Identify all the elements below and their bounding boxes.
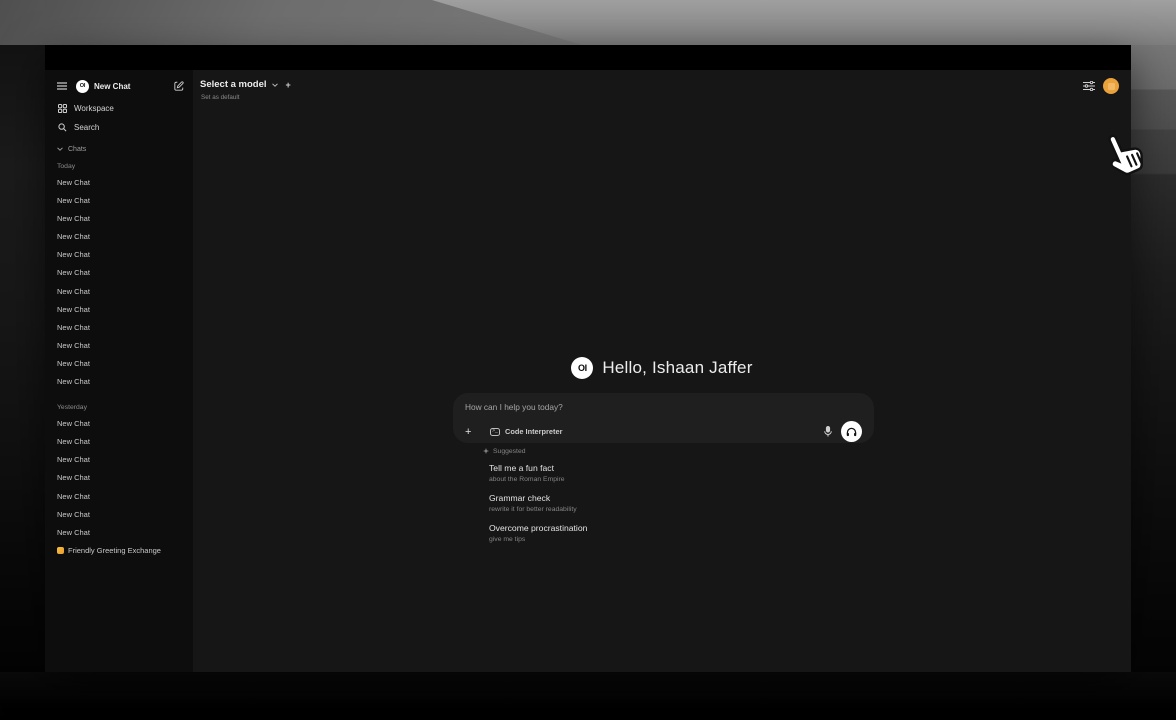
app-logo-large: OI <box>571 357 593 379</box>
sidebar-item-workspace[interactable]: Workspace <box>57 99 184 118</box>
window-titlebar <box>45 45 1131 70</box>
code-interpreter-label: Code Interpreter <box>505 427 563 436</box>
chat-list-item[interactable]: New Chat <box>57 469 184 487</box>
chat-list-item[interactable]: New Chat <box>57 174 184 192</box>
suggestion-subtitle: rewrite it for better readability <box>489 505 789 514</box>
chat-list-item[interactable]: New Chat <box>57 192 184 210</box>
chat-list-item[interactable]: New Chat <box>57 319 184 337</box>
desktop-background-bottom <box>0 672 1176 720</box>
input-toolbar: + >_ Code Interpreter <box>465 421 862 442</box>
message-input-placeholder: How can I help you today? <box>465 402 862 412</box>
chat-list-item[interactable]: New Chat <box>57 264 184 282</box>
sidebar-header: OI New Chat <box>57 79 184 93</box>
chat-list-item[interactable]: New Chat <box>57 246 184 264</box>
model-selector[interactable]: Select a model + <box>200 79 291 90</box>
suggested-header: Suggested <box>483 448 526 455</box>
desktop-background-right <box>1131 45 1176 720</box>
suggestion-title: Grammar check <box>489 492 789 505</box>
set-as-default-link[interactable]: Set as default <box>201 94 240 101</box>
suggested-label: Suggested <box>493 448 526 455</box>
add-model-button[interactable]: + <box>286 80 291 90</box>
sidebar-title: New Chat <box>94 82 174 91</box>
voice-call-button[interactable] <box>841 421 862 442</box>
suggestion-item[interactable]: Tell me a fun factabout the Roman Empire <box>489 462 789 484</box>
grid-icon <box>57 104 67 113</box>
sidebar-section-chats[interactable]: Chats <box>57 141 184 157</box>
suggestion-subtitle: about the Roman Empire <box>489 475 789 484</box>
greeting-text: Hello, Ishaan Jaffer <box>602 358 752 378</box>
chat-group-label: Today <box>57 157 184 174</box>
chat-list-item[interactable]: New Chat <box>57 506 184 524</box>
chat-list-item[interactable]: New Chat <box>57 373 184 391</box>
chat-list-item[interactable]: New Chat <box>57 524 184 542</box>
chat-list-item[interactable]: New Chat <box>57 433 184 451</box>
sidebar-item-label: Search <box>74 123 99 132</box>
chat-group-label: Yesterday <box>57 398 184 415</box>
wave-emoji-icon <box>57 547 64 554</box>
search-icon <box>57 123 67 132</box>
chat-list-item[interactable]: New Chat <box>57 283 184 301</box>
sidebar-item-label: Workspace <box>74 104 114 113</box>
header-actions <box>1083 78 1119 94</box>
chat-list-item[interactable]: New Chat <box>57 228 184 246</box>
user-avatar[interactable] <box>1103 78 1119 94</box>
chat-list-item[interactable]: New Chat <box>57 210 184 228</box>
message-input[interactable]: How can I help you today? + >_ Code Inte… <box>453 393 874 443</box>
attach-plus-button[interactable]: + <box>465 426 479 438</box>
chat-list-item[interactable]: Friendly Greeting Exchange <box>57 542 184 560</box>
code-interpreter-icon: >_ <box>490 428 500 436</box>
sidebar: OI New Chat Workspace Search Chats Today… <box>45 70 193 672</box>
chat-list-item[interactable]: New Chat <box>57 415 184 433</box>
code-interpreter-toggle[interactable]: >_ Code Interpreter <box>490 427 563 436</box>
chat-list-item[interactable]: New Chat <box>57 337 184 355</box>
sidebar-item-search[interactable]: Search <box>57 118 184 137</box>
app-logo: OI <box>76 80 89 93</box>
controls-sliders-icon[interactable] <box>1083 81 1095 91</box>
chat-list-item[interactable]: New Chat <box>57 355 184 373</box>
suggestion-item[interactable]: Overcome procrastinationgive me tips <box>489 522 789 544</box>
suggestion-subtitle: give me tips <box>489 535 789 544</box>
main-area: Select a model + Set as default OI Hello… <box>193 70 1131 672</box>
desktop-background-left <box>0 45 45 720</box>
hamburger-menu-icon[interactable] <box>57 82 67 90</box>
chat-history-list: TodayNew ChatNew ChatNew ChatNew ChatNew… <box>57 157 184 560</box>
suggestions-list: Tell me a fun factabout the Roman Empire… <box>489 462 789 552</box>
suggestion-title: Overcome procrastination <box>489 522 789 535</box>
chat-list-item[interactable]: New Chat <box>57 488 184 506</box>
chat-list-item[interactable]: New Chat <box>57 451 184 469</box>
new-chat-edit-icon[interactable] <box>174 81 184 91</box>
greeting: OI Hello, Ishaan Jaffer <box>193 356 1131 380</box>
app-window: OI New Chat Workspace Search Chats Today… <box>45 45 1131 672</box>
chats-section-label: Chats <box>68 146 86 153</box>
chevron-down-icon <box>272 83 278 87</box>
sparkle-icon <box>483 448 489 455</box>
chat-list-item[interactable]: New Chat <box>57 301 184 319</box>
microphone-icon[interactable] <box>824 426 832 437</box>
model-selector-label: Select a model <box>200 79 267 90</box>
suggestion-title: Tell me a fun fact <box>489 462 789 475</box>
avatar-image <box>1108 83 1115 90</box>
chevron-down-icon <box>57 147 63 151</box>
suggestion-item[interactable]: Grammar checkrewrite it for better reada… <box>489 492 789 514</box>
